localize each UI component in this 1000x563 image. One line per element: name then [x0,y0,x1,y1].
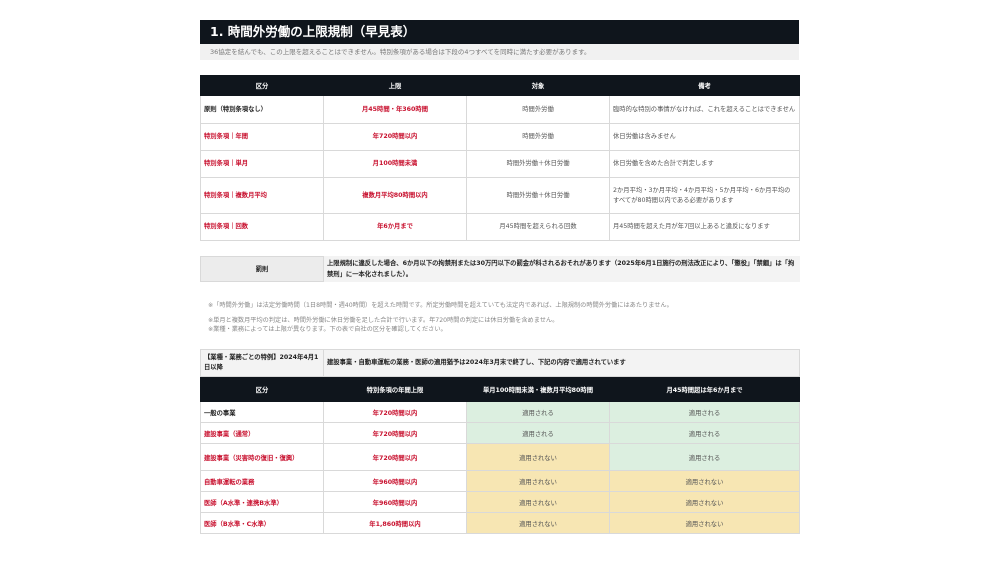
row-limit: 月45時間・年360時間 [323,95,467,124]
page-title: 1. 時間外労働の上限規制（早見表） [200,20,799,44]
row-category: 建設事業（災害時の復旧・復興） [200,443,324,471]
row-category: 一般の事業 [200,401,324,423]
row-category: 医師（B水準・C水準） [200,512,324,534]
status-cell: 適用されない [466,470,610,492]
exceptions-intro-row: 【業種・業務ごとの特例】2024年4月1日以降 建設事業・自動車運転の業務・医師… [200,349,801,377]
penalty-text: 上限規制に違反した場合、6か月以下の拘禁刑または30万円以下の罰金が科されるおそ… [323,256,800,282]
row-note: 臨時的な特別の事情がなければ、これを超えることはできません [609,95,800,124]
notes: ※「時間外労働」は法定労働時間（1日8時間・週40時間）を超えた時間です。所定労… [200,301,799,334]
row-category: 原則（特別条項なし） [200,95,324,124]
row-category: 医師（A水準・連携B水準） [200,491,324,513]
row-target: 時間外労働＋休日労働 [466,177,610,214]
table-row: 建設事業（通常） 年720時間以内 適用される 適用される [200,422,801,444]
row-limit: 年720時間以内 [323,443,467,471]
row-limit: 年960時間以内 [323,491,467,513]
column-header: 区分 [200,376,324,402]
limits-table: 区分 上限 対象 備考 原則（特別条項なし） 月45時間・年360時間 時間外労… [200,75,800,241]
row-note: 2か月平均・3か月平均・4か月平均・5か月平均・6か月平均のすべてが80時間以内… [609,177,800,214]
status-cell: 適用されない [608,491,801,513]
row-category: 特別条項｜単月 [200,150,324,178]
row-category: 特別条項｜回数 [200,213,324,241]
row-target: 時間外労働 [466,123,610,151]
table-row: 特別条項｜複数月平均 複数月平均80時間以内 時間外労働＋休日労働 2か月平均・… [200,177,800,214]
column-header: 上限 [323,75,467,96]
row-note: 休日労働を含めた合計で判定します [609,150,800,178]
row-target: 月45時間を超えられる回数 [466,213,610,241]
status-cell: 適用される [608,422,801,444]
status-cell: 適用されない [466,512,610,534]
status-cell: 適用されない [466,491,610,513]
column-header: 月45時間超は年6か月まで [608,376,801,402]
row-limit: 年720時間以内 [323,123,467,151]
table-row: 医師（B水準・C水準） 年1,860時間以内 適用されない 適用されない [200,512,801,534]
table-header-row: 区分 上限 対象 備考 [200,75,800,96]
note-item: ※「時間外労働」は法定労働時間（1日8時間・週40時間）を超えた時間です。所定労… [208,302,673,309]
table-row: 原則（特別条項なし） 月45時間・年360時間 時間外労働 臨時的な特別の事情が… [200,95,800,124]
row-category: 建設事業（通常） [200,422,324,444]
status-cell: 適用される [466,401,610,423]
status-cell: 適用されない [608,512,801,534]
table-row: 建設事業（災害時の復旧・復興） 年720時間以内 適用されない 適用される [200,443,801,471]
status-cell: 適用されない [466,443,610,471]
row-limit: 複数月平均80時間以内 [323,177,467,214]
row-limit: 年720時間以内 [323,422,467,444]
table-row: 一般の事業 年720時間以内 適用される 適用される [200,401,801,423]
row-limit: 月100時間未満 [323,150,467,178]
content: 1. 時間外労働の上限規制（早見表） 36協定を結んでも、この上限を超えることは… [200,20,801,534]
row-category: 特別条項｜年間 [200,123,324,151]
industry-exceptions-table: 【業種・業務ごとの特例】2024年4月1日以降 建設事業・自動車運転の業務・医師… [200,349,801,534]
column-header: 備考 [609,75,800,96]
exceptions-intro-label: 【業種・業務ごとの特例】2024年4月1日以降 [200,349,324,377]
row-note: 休日労働は含みません [609,123,800,151]
row-note: 月45時間を超えた月が年7回以上あると違反になります [609,213,800,241]
column-header: 単月100時間未満・複数月平均80時間 [466,376,610,402]
table-row: 特別条項｜年間 年720時間以内 時間外労働 休日労働は含みません [200,123,800,151]
table-row: 特別条項｜単月 月100時間未満 時間外労働＋休日労働 休日労働を含めた合計で判… [200,150,800,178]
penalty-row: 罰則 上限規制に違反した場合、6か月以下の拘禁刑または30万円以下の罰金が科され… [200,256,800,282]
status-cell: 適用される [608,401,801,423]
row-limit: 年960時間以内 [323,470,467,492]
column-header: 対象 [466,75,610,96]
exceptions-intro-text: 建設事業・自動車運転の業務・医師の適用猶予は2024年3月末で終了し、下記の内容… [322,349,801,377]
row-limit: 年6か月まで [323,213,467,241]
page-subtitle: 36協定を結んでも、この上限を超えることはできません。特別条項がある場合は下段の… [200,44,799,60]
row-limit: 年720時間以内 [323,401,467,423]
column-header: 特別条項の年間上限 [323,376,467,402]
row-target: 時間外労働＋休日労働 [466,150,610,178]
penalty-label: 罰則 [200,256,324,282]
table-row: 特別条項｜回数 年6か月まで 月45時間を超えられる回数 月45時間を超えた月が… [200,213,800,241]
status-cell: 適用される [466,422,610,444]
row-category: 自動車運転の業務 [200,470,324,492]
row-target: 時間外労働 [466,95,610,124]
row-limit: 年1,860時間以内 [323,512,467,534]
status-cell: 適用される [608,443,801,471]
penalty-table: 罰則 上限規制に違反した場合、6か月以下の拘禁刑または30万円以下の罰金が科され… [200,256,800,282]
note-item: ※業種・業務によっては上限が異なります。下の表で自社の区分を確認してください。 [208,326,447,333]
note-item: ※単月と複数月平均の判定は、時間外労働に休日労働を足した合計で行います。年720… [208,317,559,324]
table-header-row: 区分 特別条項の年間上限 単月100時間未満・複数月平均80時間 月45時間超は… [200,376,801,402]
column-header: 区分 [200,75,324,96]
table-row: 自動車運転の業務 年960時間以内 適用されない 適用されない [200,470,801,492]
row-category: 特別条項｜複数月平均 [200,177,324,214]
status-cell: 適用されない [608,470,801,492]
table-row: 医師（A水準・連携B水準） 年960時間以内 適用されない 適用されない [200,491,801,513]
